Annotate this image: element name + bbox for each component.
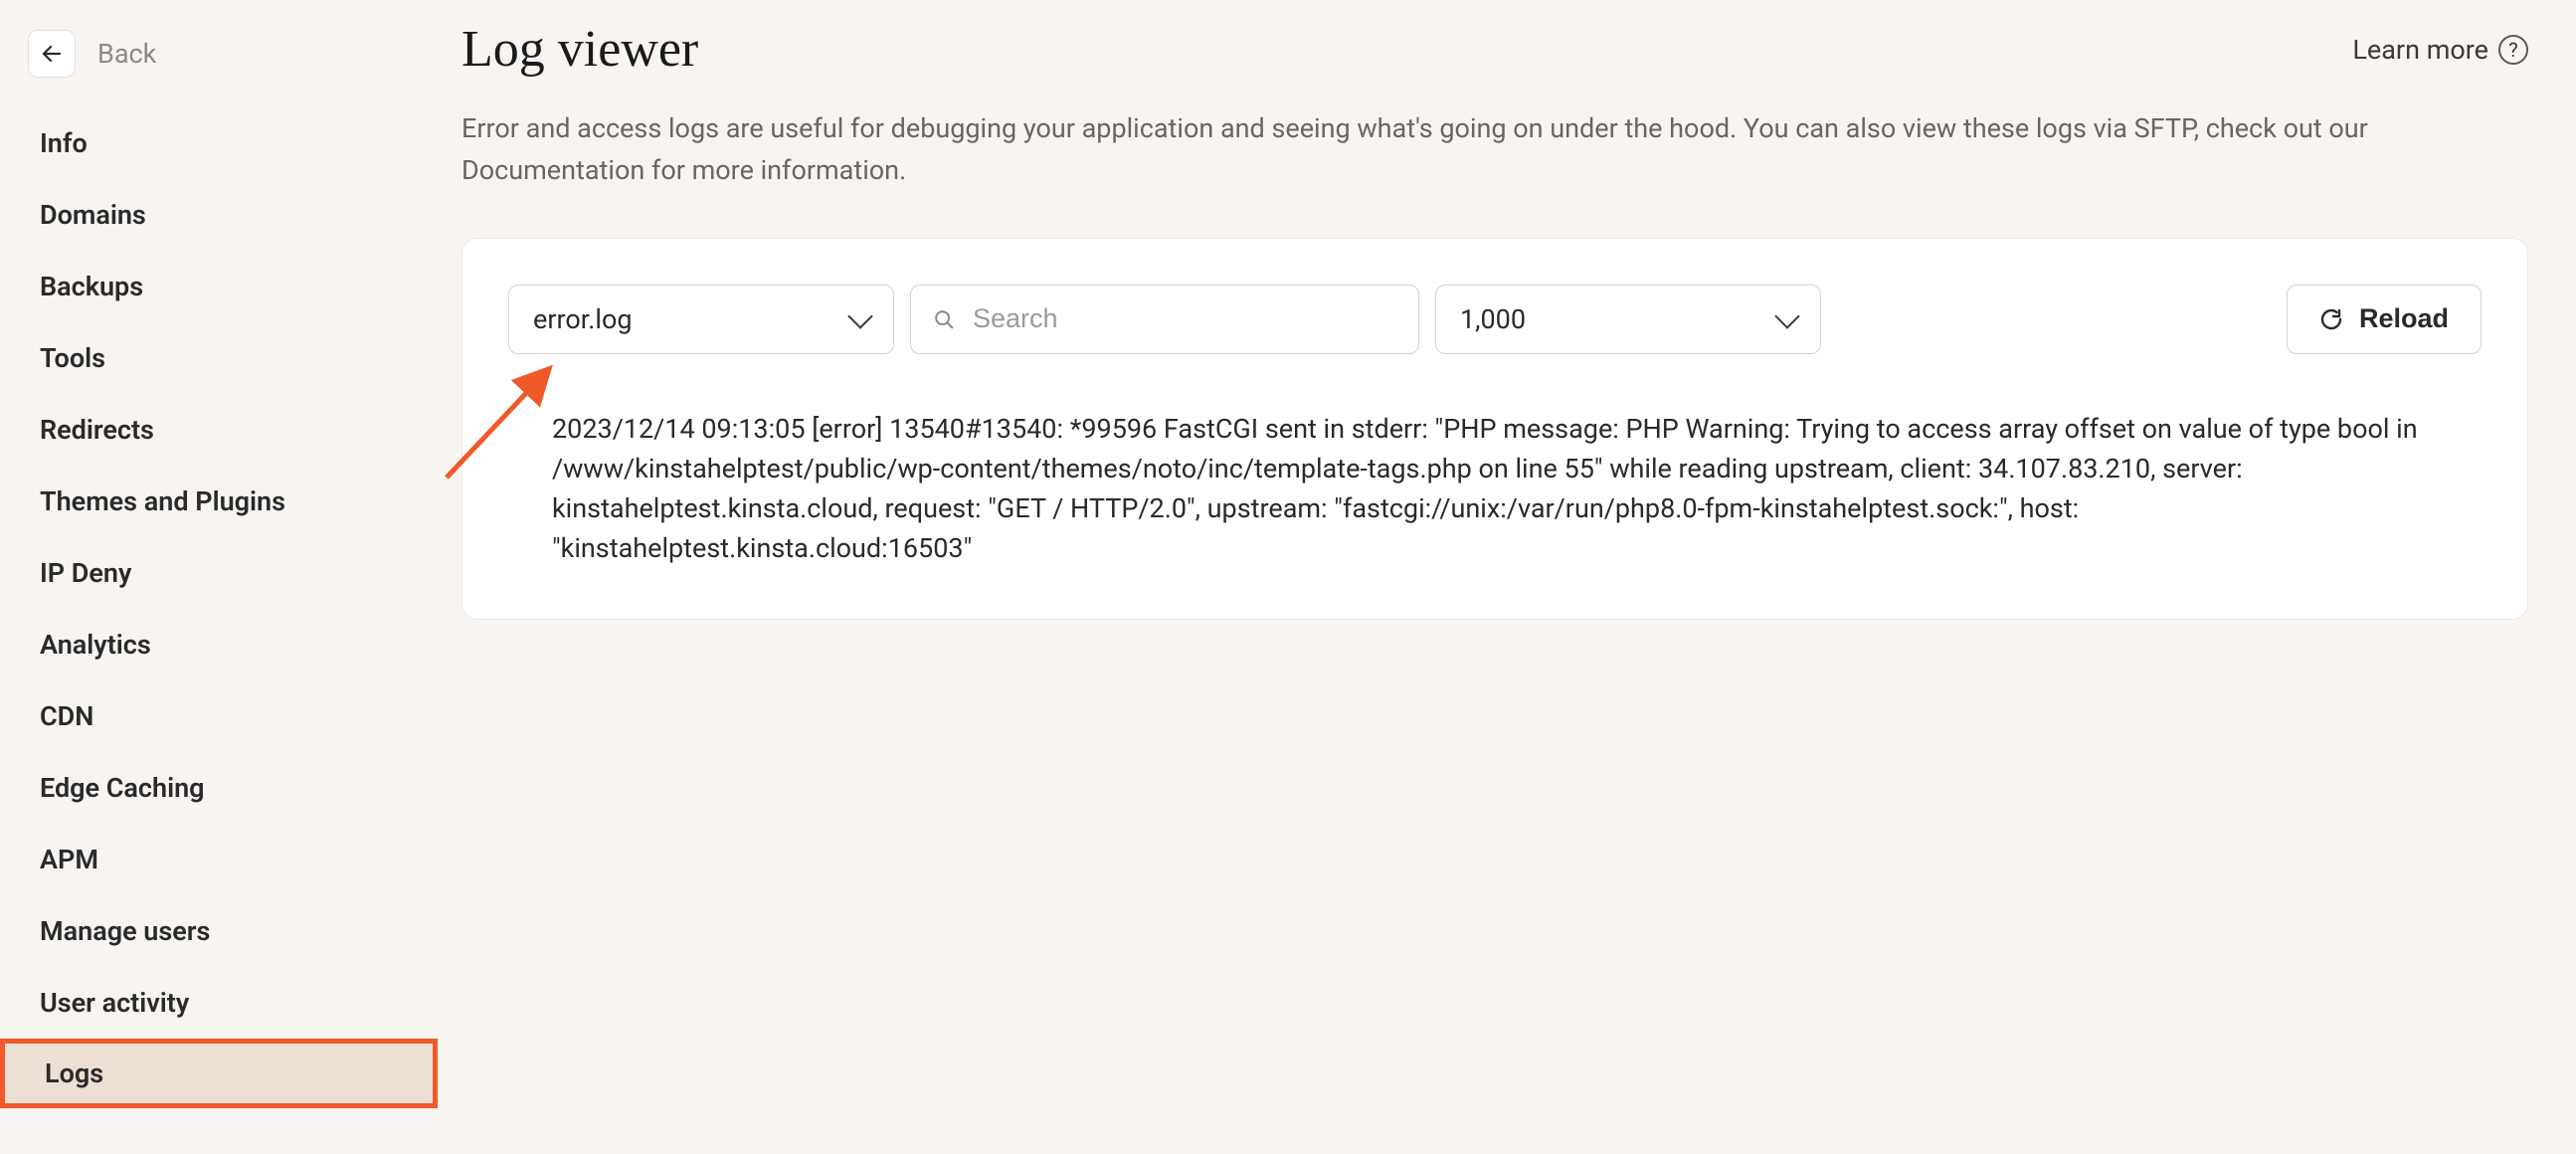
sidebar-item-label: Redirects [40,414,154,446]
reload-button[interactable]: Reload [2287,285,2482,354]
learn-more-link[interactable]: Learn more ? [2352,34,2528,66]
reload-icon [2319,307,2343,331]
sidebar-item-label: Analytics [40,629,151,661]
sidebar-item-tools[interactable]: Tools [12,322,426,394]
sidebar-item-label: Logs [45,1058,103,1089]
sidebar-item-manage-users[interactable]: Manage users [12,895,426,967]
learn-more-label: Learn more [2352,34,2488,66]
sidebar-item-label: Tools [40,342,105,374]
back-button[interactable] [28,30,76,78]
log-file-select-value: error.log [533,303,633,335]
sidebar-item-user-activity[interactable]: User activity [12,967,426,1039]
sidebar-item-cdn[interactable]: CDN [12,680,426,752]
controls-row: error.log 1,000 Reload [508,285,2482,354]
sidebar-item-label: Domains [40,199,146,231]
sidebar-item-label: Themes and Plugins [40,485,285,517]
log-file-select[interactable]: error.log [508,285,894,354]
sidebar-item-label: Manage users [40,915,210,947]
sidebar-item-domains[interactable]: Domains [12,179,426,251]
page-description: Error and access logs are useful for deb… [461,108,2528,192]
reload-label: Reload [2359,303,2449,334]
log-entry: 2023/12/14 09:13:05 [error] 13540#13540:… [508,410,2482,569]
sidebar-item-analytics[interactable]: Analytics [12,609,426,680]
sidebar-item-ip-deny[interactable]: IP Deny [12,537,426,609]
nav-list: Info Domains Backups Tools Redirects The… [0,107,438,1108]
sidebar-item-themes-plugins[interactable]: Themes and Plugins [12,466,426,537]
arrow-left-icon [40,42,64,66]
line-count-select[interactable]: 1,000 [1435,285,1821,354]
search-icon [933,308,955,330]
sidebar-item-label: IP Deny [40,557,131,589]
sidebar-item-label: Edge Caching [40,772,205,804]
sidebar-item-label: Info [40,127,88,159]
search-input-wrapper [910,285,1419,354]
chevron-down-icon [1774,303,1799,328]
sidebar-item-logs[interactable]: Logs [0,1039,438,1108]
sidebar-item-redirects[interactable]: Redirects [12,394,426,466]
sidebar-item-backups[interactable]: Backups [12,251,426,322]
page-title: Log viewer [461,20,698,79]
back-row: Back [0,30,438,107]
back-label: Back [97,38,156,70]
sidebar-item-label: User activity [40,987,189,1019]
header-row: Log viewer Learn more ? [461,20,2528,79]
sidebar: Back Info Domains Backups Tools Redirect… [0,0,438,1154]
sidebar-item-label: Backups [40,271,143,302]
chevron-down-icon [847,303,872,328]
sidebar-item-label: APM [40,844,98,875]
sidebar-item-label: CDN [40,700,93,732]
line-count-value: 1,000 [1460,303,1526,335]
help-icon: ? [2498,35,2528,65]
main-content: Log viewer Learn more ? Error and access… [438,0,2576,1154]
search-input[interactable] [973,303,1396,334]
sidebar-item-edge-caching[interactable]: Edge Caching [12,752,426,824]
sidebar-item-apm[interactable]: APM [12,824,426,895]
sidebar-item-info[interactable]: Info [12,107,426,179]
log-viewer-card: error.log 1,000 Reload [461,238,2528,620]
